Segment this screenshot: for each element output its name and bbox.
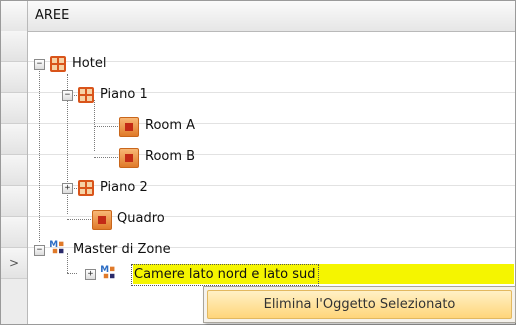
tree-grid: AREE > − Hotel − Piano 1 Room A Room B +… <box>0 0 516 325</box>
tree-item-room-a[interactable]: Room A <box>145 117 195 135</box>
collapse-toggle[interactable]: − <box>62 90 73 101</box>
tree-guide-line <box>39 69 40 242</box>
tree-guide-line <box>67 273 77 274</box>
room-icon <box>92 210 112 230</box>
collapse-toggle[interactable]: − <box>34 245 45 256</box>
delete-selected-menu-item[interactable]: Elimina l'Oggetto Selezionato <box>207 290 512 319</box>
row-header-cell[interactable] <box>1 93 27 124</box>
zone-master-icon: M <box>49 240 64 254</box>
context-menu: Elimina l'Oggetto Selezionato <box>203 286 516 323</box>
expand-toggle[interactable]: + <box>85 269 96 280</box>
tree-row[interactable] <box>28 124 515 155</box>
row-header-column: > <box>1 31 28 324</box>
room-icon <box>119 117 139 137</box>
tree-item-piano-1[interactable]: Piano 1 <box>100 86 148 104</box>
svg-text:M: M <box>49 240 58 250</box>
row-header-cell[interactable] <box>1 62 27 93</box>
tree-guide-line <box>94 126 118 127</box>
zone-master-icon: M <box>100 265 115 279</box>
tree-item-piano-2[interactable]: Piano 2 <box>100 179 148 197</box>
delete-selected-label: Elimina l'Oggetto Selezionato <box>263 297 456 312</box>
column-title: AREE <box>35 8 70 23</box>
room-icon <box>119 148 139 168</box>
row-header-cell[interactable] <box>1 155 27 186</box>
row-header-cell[interactable] <box>1 31 27 62</box>
row-header-cell-current[interactable]: > <box>1 248 27 279</box>
row-header-cell[interactable] <box>1 124 27 155</box>
tree-guide-line <box>67 219 91 220</box>
collapse-toggle[interactable]: − <box>34 59 45 70</box>
tree-item-quadro[interactable]: Quadro <box>117 210 165 228</box>
tree-guide-line <box>94 157 118 158</box>
tree-item-hotel[interactable]: Hotel <box>72 55 106 73</box>
header-corner <box>1 1 28 31</box>
tree-item-master-di-zone[interactable]: Master di Zone <box>73 241 171 259</box>
column-header: AREE <box>1 1 515 32</box>
row-header-cell[interactable] <box>1 186 27 217</box>
tree-item-room-b[interactable]: Room B <box>145 148 195 166</box>
expand-toggle[interactable]: + <box>62 183 73 194</box>
grid-area-icon <box>78 87 94 103</box>
current-row-marker: > <box>8 256 20 270</box>
svg-text:M: M <box>100 265 109 275</box>
row-header-cell[interactable] <box>1 217 27 248</box>
grid-area-icon <box>78 180 94 196</box>
tree-item-camere-selected[interactable]: Camere lato nord e lato sud <box>131 264 319 286</box>
grid-area-icon <box>50 56 66 72</box>
tree-guide-line <box>67 253 68 273</box>
